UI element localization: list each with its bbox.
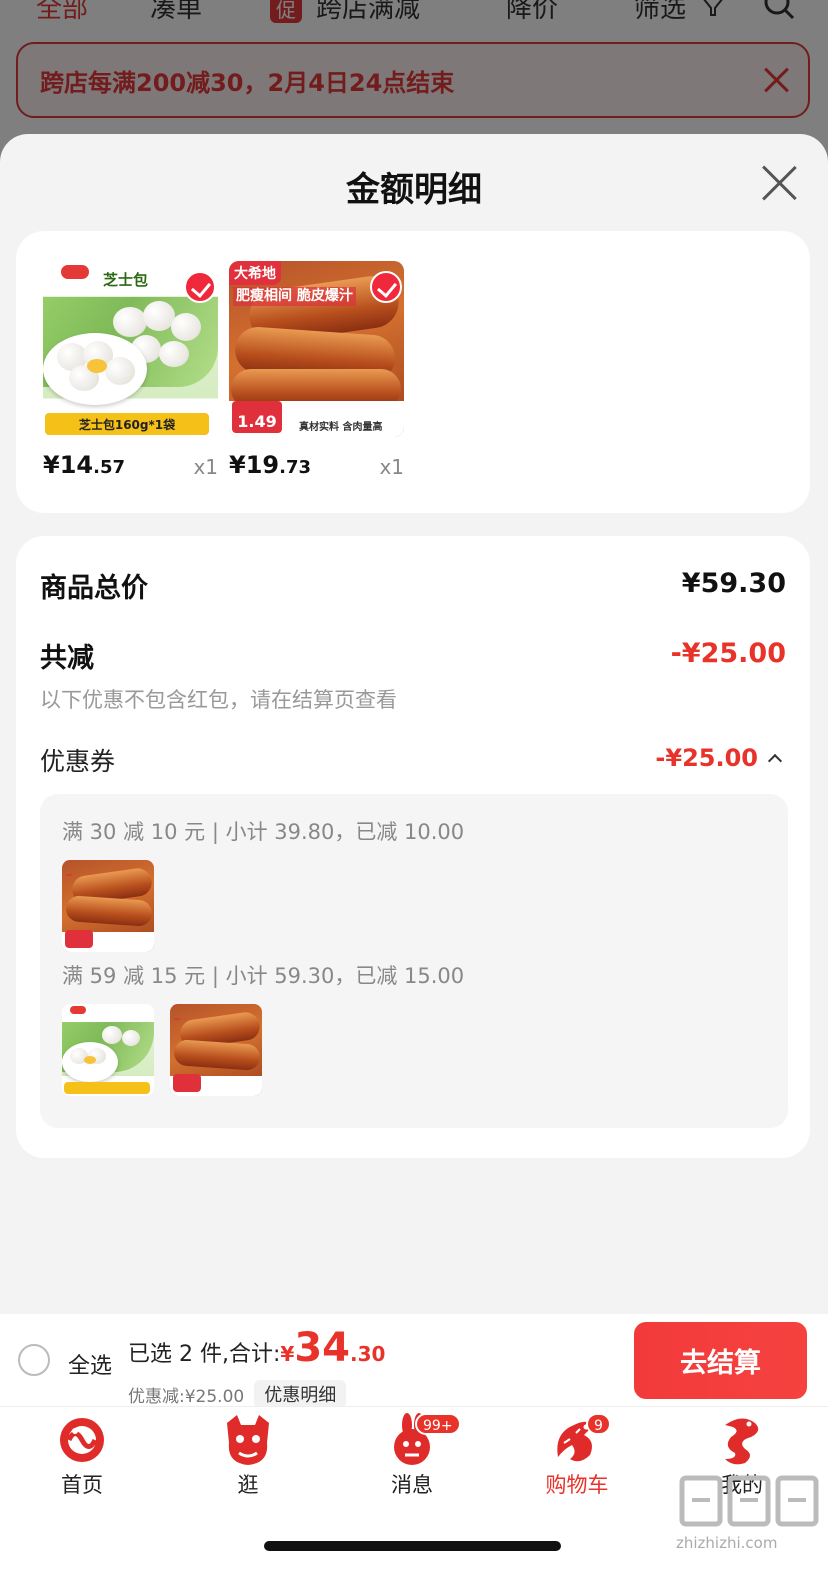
close-icon[interactable] (762, 166, 796, 200)
home-indicator (264, 1541, 561, 1551)
checkout-bar: 全选 已选 2 件,合计: ¥ 34 .30 优惠减:¥25.00 优惠明细 去… (0, 1314, 828, 1408)
price-detail-card: 商品总价 ¥59.30 共减 -¥25.00 以下优惠不包含红包，请在结算页查看… (16, 536, 810, 1158)
cart-badge: 9 (586, 1413, 611, 1435)
coupon-toggle[interactable]: -¥25.00 (655, 744, 783, 772)
sheet-title: 金额明细 (346, 170, 482, 210)
tab-cart[interactable]: 9 购物车 (522, 1413, 632, 1503)
messages-badge: 99+ (415, 1413, 461, 1435)
tab-label: 逛 (237, 1473, 259, 1497)
papercut-snake-icon (715, 1413, 769, 1467)
rule-product-thumb-cheese-bun (62, 1004, 154, 1096)
tab-browse[interactable]: 逛 (193, 1413, 303, 1503)
product-price: ¥19.73 (229, 451, 311, 479)
tab-messages[interactable]: 99+ 消息 (357, 1413, 467, 1503)
product-caption: 芝士包160g*1袋 (45, 413, 209, 435)
product-caption: 真材实料 含肉量高 (299, 422, 383, 433)
product-qty: x1 (379, 455, 404, 479)
tab-label: 购物车 (545, 1473, 609, 1497)
product-brand-tag: 大希地 (229, 261, 281, 285)
chevron-up-icon[interactable] (767, 753, 783, 769)
product-price: ¥14.57 (43, 451, 125, 479)
tab-home[interactable]: 首页 (27, 1413, 137, 1503)
product-image-sausage[interactable]: 大希地 肥瘦相间 脆皮爆汁 1.49 真材实料 含肉量高 (229, 261, 404, 437)
total-reduce-value: -¥25.00 (670, 638, 786, 669)
product-item[interactable]: 芝士包 芝士包160g*1袋 ¥14.57 x1 (43, 261, 218, 479)
rule-product-thumb-sausage (62, 860, 154, 952)
select-all-radio[interactable] (18, 1344, 50, 1376)
product-image-cheese-bun[interactable]: 芝士包 芝士包160g*1袋 (43, 261, 218, 437)
total-currency: ¥ (280, 1342, 295, 1366)
checked-icon[interactable] (184, 271, 216, 303)
product-qty: x1 (193, 455, 218, 479)
selected-products-card: 芝士包 芝士包160g*1袋 ¥14.57 x1 大希地 肥瘦相间 脆皮爆汁 1… (16, 231, 810, 513)
product-slogan: 肥瘦相间 脆皮爆汁 (233, 287, 356, 306)
watermark-logo-icon (679, 1475, 819, 1527)
coupon-label: 优惠券 (40, 747, 116, 776)
watermark: zhizhizhi.com (676, 1470, 822, 1570)
coupon-rule: 满 59 减 15 元 | 小计 59.30，已减 15.00 (62, 964, 465, 988)
total-amount-int: 34 (294, 1325, 350, 1371)
discount-text: 优惠减:¥25.00 (128, 1386, 245, 1407)
total-price-label: 商品总价 (40, 573, 148, 604)
product-brand-text: 芝士包 (103, 271, 149, 289)
reduce-note: 以下优惠不包含红包，请在结算页查看 (40, 688, 397, 712)
papercut-snake-icon (55, 1413, 109, 1467)
tab-label: 消息 (391, 1473, 433, 1497)
product-item[interactable]: 大希地 肥瘦相间 脆皮爆汁 1.49 真材实料 含肉量高 ¥19.73 x1 (229, 261, 404, 479)
coupon-rule: 满 30 减 10 元 | 小计 39.80，已减 10.00 (62, 820, 465, 844)
tab-label: 首页 (61, 1473, 103, 1497)
discount-line: 优惠减:¥25.00 优惠明细 (128, 1380, 347, 1408)
watermark-url: zhizhizhi.com (676, 1534, 778, 1552)
selected-count-text: 已选 2 件,合计: (128, 1342, 281, 1367)
rule-product-thumb-sausage (170, 1004, 262, 1096)
selected-summary: 已选 2 件,合计: ¥ 34 .30 (128, 1328, 385, 1368)
product-price-tag: 1.49 (232, 401, 282, 433)
coupon-value: -¥25.00 (655, 744, 758, 772)
checkout-button[interactable]: 去结算 (634, 1322, 807, 1399)
coupon-breakdown: 满 30 减 10 元 | 小计 39.80，已减 10.00 满 59 减 1… (40, 794, 788, 1128)
checked-icon[interactable] (370, 271, 402, 303)
total-price-value: ¥59.30 (681, 568, 786, 599)
discount-detail-button[interactable]: 优惠明细 (254, 1380, 347, 1408)
select-all-label[interactable]: 全选 (68, 1348, 112, 1380)
total-amount-decimal: .30 (349, 1342, 386, 1366)
papercut-lion-icon (221, 1413, 275, 1467)
total-reduce-label: 共减 (40, 643, 94, 674)
